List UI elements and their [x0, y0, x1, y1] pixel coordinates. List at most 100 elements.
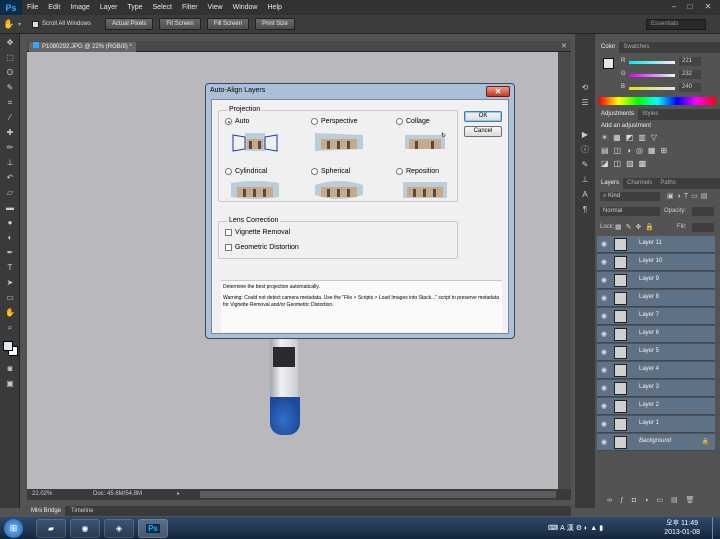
healing-brush-tool-icon[interactable]: ✚ [3, 127, 17, 139]
info-panel-icon[interactable]: ⓘ [578, 144, 592, 156]
menu-type[interactable]: Type [122, 4, 147, 11]
hand-tool-icon-panel[interactable]: ✋ [3, 307, 17, 319]
radio-cylindrical[interactable] [225, 168, 232, 175]
status-arrow-icon[interactable]: ▸ [177, 490, 180, 497]
crop-tool-icon[interactable]: ⌗ [3, 97, 17, 109]
lasso-tool-icon[interactable]: ʘ [3, 67, 17, 79]
visibility-eye-icon[interactable]: ◉ [601, 240, 607, 248]
color-spectrum[interactable] [599, 97, 716, 105]
layer-row[interactable]: ◉ Layer 6 [597, 326, 715, 343]
character-panel-icon[interactable]: A [578, 189, 592, 201]
menu-edit[interactable]: Edit [43, 4, 65, 11]
gradient-tool-icon[interactable]: ▬ [3, 202, 17, 214]
tab-channels[interactable]: Channels [623, 178, 656, 189]
history-panel-icon[interactable]: ⟲ [578, 82, 592, 94]
tool-preset-chevron-icon[interactable]: ▾ [18, 21, 26, 28]
taskbar-clock[interactable]: 오후 11:49 2013-01-08 [664, 519, 700, 537]
workspace-select[interactable]: Essentials [646, 19, 706, 30]
adjustment-icons-row-3[interactable]: ◪◫▨▩ [601, 159, 651, 168]
menu-view[interactable]: View [203, 4, 228, 11]
system-tray-icons[interactable]: ⌨A漢⚙◐▲▮ [548, 523, 605, 533]
horizontal-scrollbar[interactable] [200, 491, 556, 498]
opacity-field[interactable] [692, 207, 714, 216]
layer-row[interactable]: ◉ Layer 8 [597, 290, 715, 307]
visibility-eye-icon[interactable]: ◉ [601, 420, 607, 428]
actual-pixels-button[interactable]: Actual Pixels [105, 18, 154, 30]
visibility-eye-icon[interactable]: ◉ [601, 348, 607, 356]
option-reposition[interactable]: Reposition [396, 168, 439, 175]
layer-filter-icons[interactable]: ▣◑T▭▤ [667, 192, 710, 200]
adjustment-icons-row-1[interactable]: ☀▦◩▥▽ [601, 133, 662, 142]
layer-row[interactable]: ◉ Layer 1 [597, 416, 715, 433]
pen-tool-icon[interactable]: ✒ [3, 247, 17, 259]
radio-auto[interactable] [225, 118, 232, 125]
layer-row[interactable]: ◉ Layer 7 [597, 308, 715, 325]
layer-row[interactable]: ◉ Layer 4 [597, 362, 715, 379]
radio-collage[interactable] [396, 118, 403, 125]
shape-tool-icon[interactable]: ▭ [3, 292, 17, 304]
option-perspective[interactable]: Perspective [311, 118, 358, 125]
print-size-button[interactable]: Print Size [255, 18, 295, 30]
close-icon[interactable]: ✕ [702, 1, 714, 13]
layer-row[interactable]: ◉ Layer 2 [597, 398, 715, 415]
menu-layer[interactable]: Layer [95, 4, 123, 11]
document-close-icon[interactable]: ✕ [561, 42, 567, 50]
visibility-eye-icon[interactable]: ◉ [601, 258, 607, 266]
radio-perspective[interactable] [311, 118, 318, 125]
document-tab[interactable]: P1080292.JPG @ 22% (RGB/8) * [29, 42, 136, 52]
layer-row[interactable]: ◉ Layer 5 [597, 344, 715, 361]
menu-file[interactable]: File [22, 4, 43, 11]
geometric-distortion-checkbox[interactable] [225, 244, 232, 251]
clone-stamp-tool-icon[interactable]: ⊥ [3, 157, 17, 169]
quick-select-tool-icon[interactable]: ✎ [3, 82, 17, 94]
blur-tool-icon[interactable]: ● [3, 217, 17, 229]
blend-mode-select[interactable]: Normal [600, 207, 660, 216]
minimize-icon[interactable]: – [668, 1, 680, 13]
visibility-eye-icon[interactable]: ◉ [601, 294, 607, 302]
layer-row[interactable]: ◉ Layer 11 [597, 236, 715, 253]
clone-source-panel-icon[interactable]: ⊥ [578, 174, 592, 186]
ok-button[interactable]: OK [464, 111, 502, 122]
blue-value[interactable]: 240 [679, 83, 701, 92]
quick-mask-icon[interactable]: ◙ [3, 363, 17, 375]
menu-window[interactable]: Window [228, 4, 263, 11]
history-brush-tool-icon[interactable]: ↶ [3, 172, 17, 184]
show-desktop-button[interactable] [712, 517, 720, 539]
tab-timeline[interactable]: Timeline [67, 506, 97, 516]
tab-layers[interactable]: Layers [597, 178, 624, 189]
tab-swatches[interactable]: Swatches [619, 42, 653, 53]
type-tool-icon[interactable]: T [3, 262, 17, 274]
eyedropper-tool-icon[interactable]: ⁄ [3, 112, 17, 124]
start-button[interactable]: ⊞ [4, 519, 23, 538]
menu-select[interactable]: Select [148, 4, 177, 11]
tab-mini-bridge[interactable]: Mini Bridge [27, 506, 66, 516]
media-taskbar-button[interactable]: ◈ [104, 519, 134, 538]
move-tool-icon[interactable]: ✥ [3, 37, 17, 49]
visibility-eye-icon[interactable]: ◉ [601, 402, 607, 410]
marquee-tool-icon[interactable]: ⬚ [3, 52, 17, 64]
tab-adjustments[interactable]: Adjustments [597, 109, 639, 120]
layer-row[interactable]: ◉ Layer 9 [597, 272, 715, 289]
chrome-taskbar-button[interactable]: ◉ [70, 519, 100, 538]
option-cylindrical[interactable]: Cylindrical [225, 168, 267, 175]
visibility-eye-icon[interactable]: ◉ [601, 330, 607, 338]
fill-field[interactable] [692, 223, 714, 232]
green-value[interactable]: 232 [679, 70, 701, 79]
visibility-eye-icon[interactable]: ◉ [601, 384, 607, 392]
scroll-all-windows-checkbox[interactable] [32, 20, 39, 28]
red-slider[interactable] [629, 61, 675, 64]
menu-image[interactable]: Image [65, 4, 94, 11]
layer-row-background[interactable]: ◉ Background 🔒 [597, 434, 715, 451]
layers-panel-footer-icons[interactable]: ∞ƒ◘◑▭▤🗑 [607, 496, 702, 504]
option-spherical[interactable]: Spherical [311, 168, 350, 175]
tab-color[interactable]: Color [597, 42, 620, 53]
foreground-color-swatch[interactable] [3, 341, 13, 351]
visibility-eye-icon[interactable]: ◉ [601, 276, 607, 284]
vertical-scrollbar[interactable] [558, 52, 571, 489]
layer-row[interactable]: ◉ Layer 10 [597, 254, 715, 271]
zoom-level[interactable]: 22.02% [32, 491, 52, 497]
geometric-distortion-option[interactable]: Geometric Distortion [225, 244, 299, 251]
tab-paths[interactable]: Paths [656, 178, 679, 189]
layer-kind-filter[interactable]: ⌕ Kind [600, 192, 660, 201]
visibility-eye-icon[interactable]: ◉ [601, 366, 607, 374]
